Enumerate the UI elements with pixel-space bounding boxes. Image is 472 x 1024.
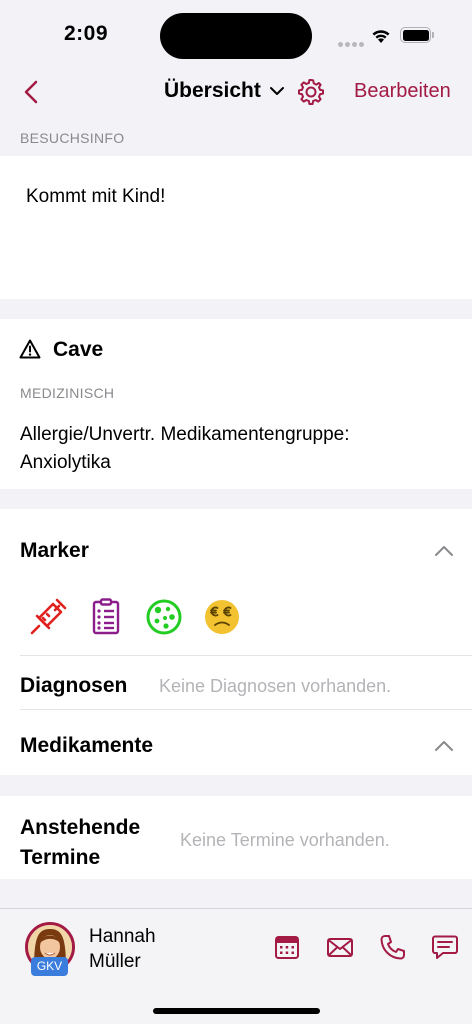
phone-icon[interactable] (379, 933, 407, 961)
dynamic-island (160, 13, 312, 59)
appointments-title-line: Anstehende (20, 816, 141, 839)
appointments-title-line: Termine (20, 846, 101, 869)
wifi-icon (372, 30, 390, 43)
chevron-up-icon[interactable] (433, 739, 455, 753)
insurance-badge: GKV (31, 957, 68, 976)
diagnoses-title: Diagnosen (20, 674, 128, 697)
mail-icon[interactable] (326, 933, 354, 961)
patient-last-name: Müller (89, 951, 141, 972)
appointments-title: Anstehende Termine (20, 813, 140, 873)
germ-icon[interactable] (144, 597, 184, 637)
home-indicator (153, 1008, 320, 1014)
marker-title: Marker (20, 539, 89, 562)
cave-title: Cave (53, 338, 104, 361)
cave-medical-line: Anxiolytika (20, 452, 111, 473)
cellular-signal-icon (338, 34, 366, 52)
diagnoses-empty-text: Keine Diagnosen vorhanden. (159, 676, 392, 696)
chevron-up-icon[interactable] (433, 544, 455, 558)
patient-bottom-bar (0, 908, 472, 1024)
battery-icon (400, 27, 431, 43)
visit-info-text: Kommt mit Kind! (26, 186, 166, 207)
cave-medical-text: Allergie/Unvertr. Medikamentengruppe: An… (20, 421, 350, 477)
view-selector[interactable]: Übersicht (164, 79, 287, 103)
euro-worried-face-icon[interactable] (202, 597, 242, 637)
patient-name[interactable]: Hannah Müller (89, 924, 156, 974)
visit-section-label: BESUCHSINFO (20, 130, 125, 146)
patient-first-name: Hannah (89, 926, 156, 947)
divider (20, 709, 472, 710)
medical-subsection-label: MEDIZINISCH (20, 385, 115, 401)
chevron-down-icon (269, 87, 284, 95)
cave-medical-line: Allergie/Unvertr. Medikamentengruppe: (20, 424, 350, 445)
chat-icon[interactable] (431, 933, 459, 961)
gear-icon[interactable] (296, 77, 326, 107)
syringe-icon[interactable] (28, 597, 68, 637)
calendar-icon[interactable] (273, 933, 301, 961)
status-time: 2:09 (64, 22, 109, 45)
visit-info-card[interactable] (0, 156, 472, 299)
status-bar: 2:09 (0, 0, 472, 68)
edit-button[interactable]: Bearbeiten (354, 80, 451, 103)
warning-icon (19, 339, 41, 359)
medications-title: Medikamente (20, 734, 154, 757)
view-selector-label: Übersicht (164, 79, 261, 102)
divider (20, 655, 472, 656)
appointments-empty-text: Keine Termine vorhanden. (180, 830, 390, 850)
back-chevron-icon[interactable] (20, 78, 46, 106)
clipboard-list-icon[interactable] (86, 597, 126, 637)
